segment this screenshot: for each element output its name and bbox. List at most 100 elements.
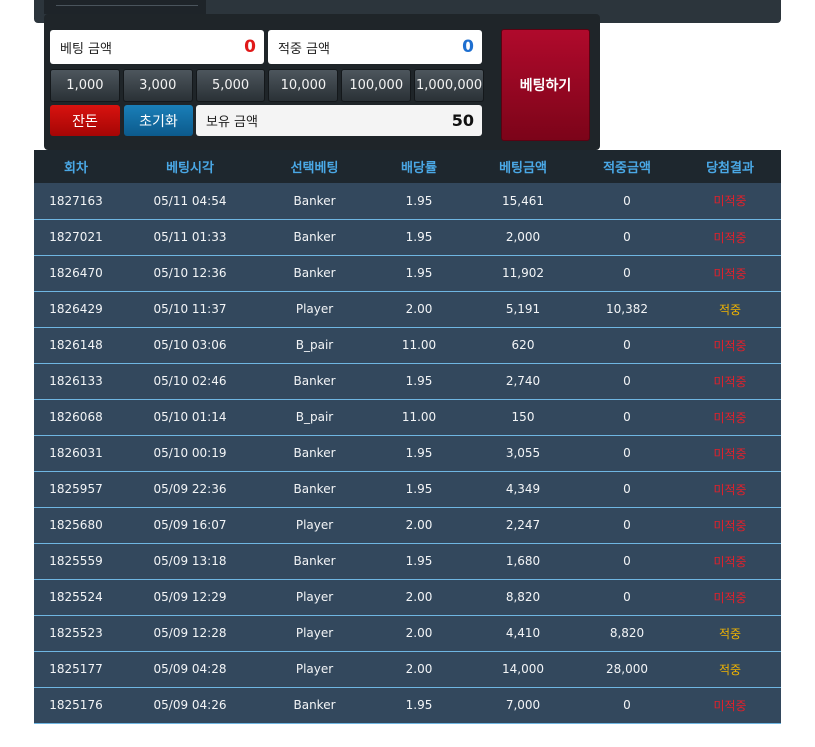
cell-odds: 1.95	[405, 230, 433, 244]
col-header-round: 회차	[64, 161, 88, 176]
cell-result: 미적중	[713, 374, 747, 389]
cell-round: 1826031	[49, 446, 103, 460]
cell-win-amount: 0	[623, 554, 631, 568]
cell-bet-amount: 1,680	[505, 554, 541, 568]
table-row: 1825523 05/09 12:28 Player 2.00 4,410 8,820 적중	[34, 615, 781, 651]
cell-win-amount: 0	[623, 446, 631, 460]
chip-button-3000[interactable]: 3,000	[122, 69, 193, 102]
cell-pick: B_pair	[295, 410, 334, 424]
table-row: 1825559 05/09 13:18 Banker 1.95 1,680 0 미적중	[34, 543, 781, 579]
table-row: 1826133 05/10 02:46 Banker 1.95 2,740 0 미적중	[34, 363, 781, 399]
col-header-bet-amount: 베팅금액	[499, 161, 547, 176]
holding-amount-label: 보유 금액	[206, 115, 258, 130]
cell-round: 1827163	[49, 193, 103, 208]
cell-result: 미적중	[713, 590, 747, 605]
chip-button-5000[interactable]: 5,000	[195, 69, 266, 102]
cell-bet-time: 05/09 22:36	[153, 482, 227, 496]
cell-round: 1827021	[49, 230, 103, 244]
top-tab[interactable]	[44, 0, 206, 14]
cell-win-amount: 0	[623, 698, 631, 712]
cell-round: 1826429	[49, 302, 103, 316]
cell-round: 1825176	[49, 698, 103, 712]
cell-odds: 1.95	[405, 193, 433, 208]
cell-bet-time: 05/09 13:18	[153, 554, 227, 568]
bet-amount-label: 베팅 금액	[60, 41, 112, 57]
win-amount-label: 적중 금액	[278, 41, 330, 57]
page: 베팅 금액 0 적중 금액 0 1,000 3,000 5,000 10,000…	[0, 0, 815, 747]
cell-win-amount: 0	[623, 193, 631, 208]
cell-round: 1826068	[49, 410, 103, 424]
cell-pick: Banker	[293, 698, 336, 712]
table-row: 1825524 05/09 12:29 Player 2.00 8,820 0 미적중	[34, 579, 781, 615]
col-header-win-amount: 적중금액	[603, 161, 651, 176]
balance-button[interactable]: 잔돈	[50, 105, 120, 136]
cell-bet-time: 05/09 12:29	[153, 590, 227, 604]
cell-pick: Banker	[293, 230, 336, 244]
cell-bet-amount: 11,902	[502, 266, 544, 280]
cell-result: 미적중	[713, 194, 747, 209]
cell-win-amount: 0	[623, 518, 631, 532]
cell-bet-time: 05/09 04:28	[153, 662, 227, 676]
cell-bet-amount: 150	[511, 410, 535, 424]
win-amount-field: 적중 금액 0	[268, 30, 482, 64]
cell-odds: 1.95	[405, 446, 433, 460]
table-header-row: 회차 베팅시각 선택베팅 배당률 베팅금액 적중금액 당첨결과	[34, 150, 781, 183]
table-row: 1825957 05/09 22:36 Banker 1.95 4,349 0 미적중	[34, 471, 781, 507]
cell-win-amount: 0	[623, 482, 631, 496]
win-amount-value: 0	[462, 37, 474, 57]
cell-odds: 2.00	[405, 302, 433, 316]
cell-result: 미적중	[713, 554, 747, 569]
chip-button-1000[interactable]: 1,000	[50, 69, 120, 102]
cell-bet-time: 05/09 04:26	[153, 698, 227, 712]
table-row: 1825177 05/09 04:28 Player 2.00 14,000 28,000…	[34, 651, 781, 687]
cell-bet-amount: 620	[511, 338, 535, 352]
cell-round: 1826148	[49, 338, 103, 352]
cell-result: 적중	[718, 626, 742, 641]
table-row: 1827021 05/11 01:33 Banker 1.95 2,000 0 미적중	[34, 219, 781, 255]
cell-bet-amount: 5,191	[505, 302, 541, 316]
cell-pick: Banker	[293, 482, 336, 496]
cell-pick: Player	[295, 590, 334, 604]
cell-odds: 2.00	[405, 518, 433, 532]
table-row: 1826068 05/10 01:14 B_pair 11.00 150 0 미적중	[34, 399, 781, 435]
cell-result: 미적중	[713, 266, 747, 281]
cell-bet-time: 05/09 16:07	[153, 518, 227, 532]
table-row: 1826031 05/10 00:19 Banker 1.95 3,055 0 미적중	[34, 435, 781, 471]
chip-button-100000[interactable]: 100,000	[341, 69, 412, 102]
cell-win-amount: 0	[623, 230, 631, 244]
cell-pick: B_pair	[295, 338, 334, 352]
cell-pick: Player	[295, 626, 334, 640]
cell-bet-time: 05/10 01:14	[153, 410, 227, 424]
cell-odds: 2.00	[405, 626, 433, 640]
cell-bet-time: 05/11 01:33	[153, 230, 227, 244]
cell-bet-time: 05/10 11:37	[153, 302, 227, 316]
chip-button-1000000[interactable]: 1,000,000	[414, 69, 484, 102]
chip-button-10000[interactable]: 10,000	[268, 69, 339, 102]
holding-amount-field: 보유 금액 50	[196, 105, 482, 136]
table-row: 1826470 05/10 12:36 Banker 1.95 11,902 0 미적중	[34, 255, 781, 291]
cell-bet-amount: 4,410	[505, 626, 541, 640]
cell-round: 1826133	[49, 374, 103, 388]
cell-pick: Player	[295, 662, 334, 676]
cell-result: 미적중	[713, 410, 747, 425]
cell-odds: 1.95	[405, 266, 433, 280]
cell-win-amount: 0	[623, 590, 631, 604]
bet-panel: 베팅 금액 0 적중 금액 0 1,000 3,000 5,000 10,000…	[44, 14, 600, 150]
cell-round: 1825524	[49, 590, 103, 604]
cell-bet-amount: 4,349	[505, 482, 541, 496]
place-bet-button[interactable]: 베팅하기	[501, 29, 590, 141]
cell-round: 1825523	[49, 626, 103, 640]
cell-round: 1825177	[49, 662, 103, 676]
cell-pick: Player	[295, 518, 334, 532]
cell-win-amount: 0	[623, 374, 631, 388]
table-row: 1826429 05/10 11:37 Player 2.00 5,191 10,382 적…	[34, 291, 781, 327]
table-row: 1825176 05/09 04:26 Banker 1.95 7,000 0 미적중	[34, 687, 781, 723]
cell-odds: 1.95	[405, 374, 433, 388]
cell-pick: Banker	[293, 374, 336, 388]
cell-result: 적중	[718, 662, 742, 677]
reset-button[interactable]: 초기화	[124, 105, 193, 136]
cell-odds: 1.95	[405, 482, 433, 496]
bet-amount-value: 0	[244, 37, 256, 57]
cell-bet-amount: 2,740	[505, 374, 541, 388]
table-row: 1826148 05/10 03:06 B_pair 11.00 620 0 미적중	[34, 327, 781, 363]
